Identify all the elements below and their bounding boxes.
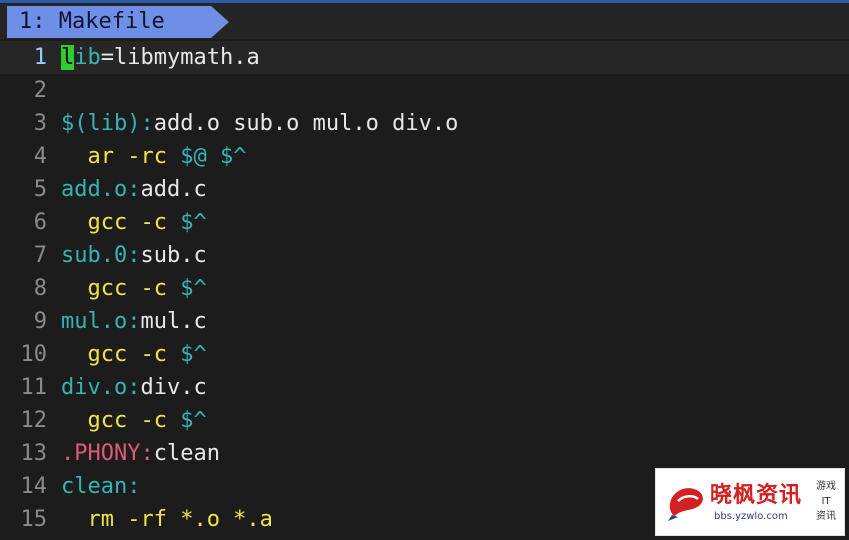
code-token: $^: [180, 210, 207, 235]
tab-label: 1: Makefile: [19, 9, 165, 34]
line-number: 5: [33, 177, 47, 202]
watermark-url: bbs.yzwlo.com: [714, 511, 788, 522]
code-token: gcc -c: [61, 276, 181, 301]
code-line[interactable]: 9 mul.o:mul.c: [0, 305, 849, 338]
watermark-logo: 晓枫资讯 bbs.yzwlo.com 游戏 IT 资讯: [655, 468, 845, 536]
line-number: 8: [33, 276, 47, 301]
editor-buffer[interactable]: 1 lib=libmymath.a 2 3 $(lib):add.o sub.o mul…: [0, 39, 849, 540]
code-line[interactable]: 8 gcc -c $^: [0, 272, 849, 305]
code-token: div.o:: [61, 375, 141, 400]
code-token: rm -rf *.o *.a: [61, 507, 273, 532]
code-text: $(lib):add.o sub.o mul.o div.o: [61, 107, 458, 140]
code-token: $@ $^: [180, 144, 247, 169]
code-text: .PHONY:clean: [61, 437, 220, 470]
code-line[interactable]: 12 gcc -c $^: [0, 404, 849, 437]
code-token: ar -rc: [61, 144, 181, 169]
code-token: div.c: [140, 375, 207, 400]
line-number: 11: [20, 375, 48, 400]
line-number: 9: [33, 309, 47, 334]
line-number: 2: [33, 78, 47, 103]
line-number: 1: [33, 45, 47, 70]
watermark-side-line: IT: [821, 496, 831, 507]
tabline: 1: Makefile: [0, 3, 849, 39]
code-token: gcc -c: [61, 210, 181, 235]
code-text: gcc -c $^: [61, 404, 207, 437]
line-number: 14: [20, 474, 48, 499]
code-text: gcc -c $^: [61, 272, 207, 305]
code-token: add.o sub.o mul.o div.o: [153, 111, 459, 136]
code-line[interactable]: 5 add.o:add.c: [0, 173, 849, 206]
code-token: sub.0:: [61, 243, 141, 268]
watermark-side-line: 资讯: [816, 511, 836, 522]
code-token: $^: [180, 408, 207, 433]
code-line[interactable]: 1 lib=libmymath.a: [0, 41, 849, 74]
code-text: sub.0:sub.c: [61, 239, 207, 272]
code-token: $(lib):: [61, 111, 154, 136]
code-text: ar -rc $@ $^: [61, 140, 246, 173]
watermark-title: 晓枫资讯: [710, 483, 803, 508]
code-token: ib: [74, 45, 101, 70]
code-token: $^: [180, 342, 207, 367]
code-text: lib=libmymath.a: [61, 41, 260, 74]
code-line[interactable]: 2: [0, 74, 849, 107]
line-number: 15: [20, 507, 48, 532]
code-token: clean: [153, 441, 220, 466]
code-line[interactable]: 7 sub.0:sub.c: [0, 239, 849, 272]
line-number: 7: [33, 243, 47, 268]
code-text: div.o:div.c: [61, 371, 207, 404]
code-token: mul.c: [140, 309, 207, 334]
code-text: clean:: [61, 470, 140, 503]
line-number: 4: [33, 144, 47, 169]
code-line[interactable]: 6 gcc -c $^: [0, 206, 849, 239]
tab-makefile[interactable]: 1: Makefile: [7, 6, 229, 38]
code-token: sub.c: [140, 243, 207, 268]
code-text: gcc -c $^: [61, 338, 207, 371]
watermark-side-text: 游戏 IT 资讯: [812, 479, 840, 524]
code-line[interactable]: 4 ar -rc $@ $^: [0, 140, 849, 173]
code-token: gcc -c: [61, 408, 181, 433]
line-number: 3: [33, 111, 47, 136]
code-token: gcc -c: [61, 342, 181, 367]
watermark-side-line: 游戏: [816, 481, 836, 492]
line-number: 13: [20, 441, 48, 466]
code-text: add.o:add.c: [61, 173, 207, 206]
code-token: clean:: [61, 474, 141, 499]
code-token: =libmymath.a: [100, 45, 260, 70]
code-token: $^: [180, 276, 207, 301]
code-text: rm -rf *.o *.a: [61, 503, 273, 536]
code-line[interactable]: 13 .PHONY:clean: [0, 437, 849, 470]
code-line[interactable]: 10 gcc -c $^: [0, 338, 849, 371]
watermark-bird-icon: [668, 488, 703, 521]
line-number: 6: [33, 210, 47, 235]
code-text: gcc -c $^: [61, 206, 207, 239]
line-number: 10: [20, 342, 48, 367]
code-line[interactable]: 3 $(lib):add.o sub.o mul.o div.o: [0, 107, 849, 140]
code-token: add.c: [140, 177, 207, 202]
text-cursor: l: [61, 45, 75, 70]
code-token: mul.o:: [61, 309, 141, 334]
line-number: 12: [20, 408, 48, 433]
code-token: add.o:: [61, 177, 141, 202]
code-text: mul.o:mul.c: [61, 305, 207, 338]
code-token: .PHONY:: [61, 441, 154, 466]
code-line[interactable]: 11 div.o:div.c: [0, 371, 849, 404]
